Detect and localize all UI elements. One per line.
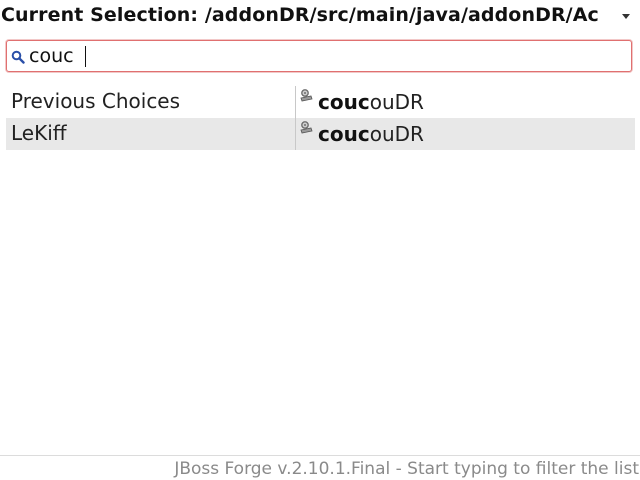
command-label: coucouDR (318, 90, 424, 114)
chevron-down-icon[interactable] (619, 11, 633, 23)
command-match-text: couc (318, 90, 370, 114)
footer-divider (0, 455, 640, 456)
command-label: coucouDR (318, 122, 424, 146)
command-rest-text: ouDR (369, 122, 424, 146)
search-box[interactable] (6, 40, 632, 72)
result-row-selected[interactable]: LeKiff coucouDR (6, 118, 635, 150)
forge-quick-access-dialog: Current Selection: /addonDR/src/main/jav… (0, 0, 640, 480)
status-text: JBoss Forge v.2.10.1.Final - Start typin… (174, 459, 639, 479)
result-category: LeKiff (11, 121, 67, 145)
search-input[interactable] (29, 44, 619, 68)
result-row[interactable]: Previous Choices coucouDR (6, 86, 635, 118)
column-divider (295, 118, 296, 150)
command-match-text: couc (318, 122, 370, 146)
results-list: Previous Choices coucouDR LeKiff coucouD… (6, 86, 635, 150)
command-rest-text: ouDR (369, 90, 424, 114)
search-icon (11, 49, 25, 64)
current-selection-title: Current Selection: /addonDR/src/main/jav… (1, 4, 599, 26)
result-category: Previous Choices (11, 89, 181, 113)
forge-command-icon (299, 119, 315, 135)
column-divider (295, 86, 296, 118)
forge-command-icon (299, 87, 315, 103)
current-selection-header: Current Selection: /addonDR/src/main/jav… (0, 0, 640, 34)
text-caret (85, 46, 86, 67)
